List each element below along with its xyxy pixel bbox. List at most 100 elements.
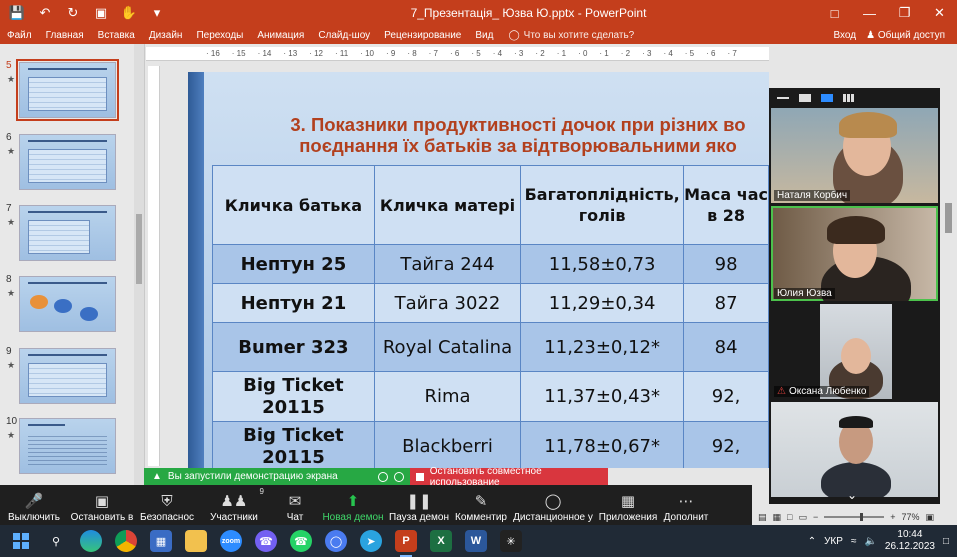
zoom-app-icon[interactable]: zoom [220,530,242,552]
apps-button[interactable]: ▦ Приложения [596,485,660,523]
chrome-icon[interactable] [115,530,137,552]
participant-tile[interactable]: Наталя Корбич [771,108,938,203]
pause-icon: ❚❚ [406,493,432,510]
participants-button[interactable]: ♟♟ 9 Участники [198,485,270,523]
app-icon[interactable]: ✳ [500,530,522,552]
tab-transitions[interactable]: Переходы [189,30,250,41]
save-icon[interactable]: 💾 [8,5,26,21]
windows-start-icon[interactable] [10,530,32,552]
slide-thumbnail-10[interactable]: 10 ★ [0,416,145,478]
input-language[interactable]: УКР [824,536,843,547]
search-icon[interactable]: ⚲ [45,530,67,552]
security-button[interactable]: ⛨ Безопаснос [136,485,198,523]
zoom-level[interactable]: 77% [902,512,920,522]
redo-icon[interactable]: ↻ [64,5,82,21]
normal-view-icon[interactable]: ▤ [758,512,767,523]
slide-thumbnail-5[interactable]: 5 ★ [0,59,145,122]
ribbon-display-icon[interactable]: □ [817,0,852,26]
zoom-in-icon[interactable]: + [890,512,895,522]
clock-date: 26.12.2023 [884,541,935,552]
reading-view-icon[interactable]: □ [787,512,792,522]
view-strip-icon[interactable] [821,94,833,102]
pause-share-button[interactable]: ❚❚ Пауза демон [386,485,452,523]
signin-link[interactable]: Вход [833,30,856,41]
fit-slide-icon[interactable]: ▣ [926,512,935,523]
participant-tile[interactable] [771,402,938,497]
tab-home[interactable]: Главная [39,30,91,41]
close-button[interactable]: ✕ [922,0,957,26]
participant-tile[interactable]: ⚠ Оксана Любенко [771,304,938,399]
ruler-tick: · 3 [514,49,524,58]
speaker-icon[interactable]: 🔈 [864,536,876,547]
current-slide[interactable]: 3. Показники продуктивності дочок при рі… [188,72,769,468]
participant-name: Наталя Корбич [774,190,851,201]
more-button[interactable]: ⋯ Дополнит [660,485,712,523]
tell-me-search[interactable]: ◯ Что вы хотите сделать? [500,30,634,41]
tab-view[interactable]: Вид [468,30,500,41]
zoom-out-icon[interactable]: − [813,512,818,522]
tab-review[interactable]: Рецензирование [377,30,468,41]
annotate-button[interactable]: ✎ Комментир [452,485,510,523]
tab-file[interactable]: Файл [0,30,39,41]
file-explorer-icon[interactable] [185,530,207,552]
thumbnail-scrollbar[interactable] [134,44,144,485]
view-speaker-icon[interactable] [799,94,811,102]
slide-title[interactable]: 3. Показники продуктивності дочок при рі… [218,114,769,156]
excel-icon[interactable]: X [430,530,452,552]
stop-share-button[interactable]: Остановить совместное использование [410,466,608,488]
touch-mode-icon[interactable]: ✋ [120,5,138,21]
wifi-icon[interactable]: ≈ [851,536,857,547]
shield-check-icon[interactable] [394,471,404,482]
ruler-tick: · 10 [360,49,374,58]
slide-thumbnail-6[interactable]: 6 ★ [0,132,145,194]
telegram-icon[interactable]: ➤ [360,530,382,552]
quick-access-toolbar: 💾 ↶ ↻ ▣ ✋ ▾ [0,5,240,21]
tab-slideshow[interactable]: Слайд-шоу [311,30,377,41]
maximize-button[interactable]: ❐ [887,0,922,26]
tab-animation[interactable]: Анимация [250,30,311,41]
slide-thumbnail-8[interactable]: 8 ★ [0,274,145,336]
ruler-tick: · 5 [471,49,481,58]
view-minimize-icon[interactable] [777,97,789,99]
remote-control-button[interactable]: ◯ Дистанционное у [510,485,596,523]
slide-number: 10 [6,416,18,427]
signal-icon[interactable]: ◯ [325,530,347,552]
customize-icon[interactable]: ▾ [148,5,166,21]
undo-icon[interactable]: ↶ [36,5,54,21]
stop-video-button[interactable]: ▣ Остановить в [68,485,136,523]
participant-tile-speaking[interactable]: Юлия Юзва [771,206,938,301]
tab-insert[interactable]: Вставка [91,30,142,41]
clock[interactable]: 10:44 26.12.2023 [885,529,935,553]
slideshow-view-icon[interactable]: ▭ [798,512,807,523]
powerpoint-icon[interactable]: P [395,530,417,557]
calculator-icon[interactable]: ▦ [150,530,172,552]
sorter-view-icon[interactable]: ▦ [773,512,782,523]
tab-design[interactable]: Дизайн [142,30,190,41]
view-gallery-icon[interactable] [843,94,855,102]
animation-star-icon: ★ [7,74,16,84]
notifications-icon[interactable]: □ [943,536,949,547]
mute-button[interactable]: 🎤 Выключить [0,485,68,523]
microphone-icon: 🎤 [24,493,44,510]
editor-scrollbar[interactable] [940,88,957,504]
productivity-table[interactable]: Кличка батька Кличка матері Багатоплідні… [212,165,769,468]
slide-title-line1: 3. Показники продуктивності дочок при рі… [290,114,746,135]
horizontal-ruler: · 16 · 15 · 14 · 13 · 12 · 11 · 10 · 9 · 8 · 7 · 6… [146,47,769,61]
cell-father: Big Ticket 20115 [212,421,375,468]
zoom-slider[interactable] [824,513,885,521]
whatsapp-icon[interactable]: ☎ [290,530,312,552]
present-icon[interactable]: ▣ [92,5,110,21]
word-icon[interactable]: W [465,530,487,552]
info-icon[interactable] [378,471,388,482]
slide-thumbnail-9[interactable]: 9 ★ [0,346,145,408]
minimize-button[interactable]: — [852,0,887,26]
chat-button[interactable]: ✉ Чат [270,485,320,523]
ruler-tick: · 8 [407,49,417,58]
share-button[interactable]: ♟ Общий доступ [866,30,945,41]
slide-thumbnail-7[interactable]: 7 ★ [0,203,145,265]
edge-icon[interactable] [80,530,102,552]
viber-icon[interactable]: ☎ [255,530,277,552]
chevron-down-icon[interactable]: ⌄ [847,488,857,502]
chevron-up-icon[interactable]: ⌃ [808,536,816,547]
new-share-button[interactable]: ⬆ Новая демон [320,485,386,523]
